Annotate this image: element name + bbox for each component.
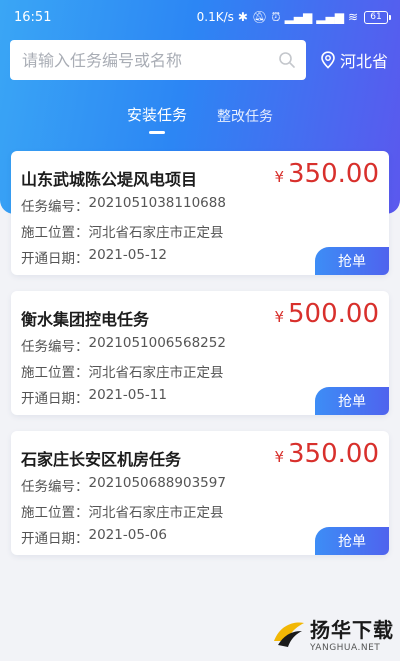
task-site-row: 施工位置： 河北省石家庄市正定县 — [21, 361, 224, 381]
task-site-label: 施工位置： — [21, 225, 89, 241]
tab-rectify-label: 整改任务 — [217, 109, 273, 125]
signal-icon: ▂▄▆ — [284, 10, 313, 24]
currency-symbol: ¥ — [274, 308, 285, 326]
task-price: ¥ 500.00 — [274, 299, 379, 329]
task-number-value: 2021051038110688 — [88, 195, 226, 211]
search-box[interactable] — [10, 40, 306, 80]
battery-icon: 61 — [364, 10, 391, 24]
task-number-row: 任务编号： 2021050688903597 — [21, 475, 226, 495]
signal-icon: ▂▄▆ — [316, 10, 344, 24]
task-date-label: 开通日期： — [21, 531, 89, 547]
task-number-label: 任务编号： — [21, 339, 89, 355]
price-value: 350.00 — [288, 439, 379, 469]
task-site-label: 施工位置： — [21, 505, 89, 521]
status-time: 16:51 — [14, 9, 52, 25]
task-title: 山东武城陈公堤风电项目 — [21, 170, 198, 189]
task-site-row: 施工位置： 河北省石家庄市正定县 — [21, 221, 224, 241]
search-icon[interactable] — [278, 51, 296, 69]
mute-icon: 🔕︎ — [251, 10, 268, 24]
watermark-name: 扬华下载 — [310, 618, 394, 642]
tab-rectify[interactable]: 整改任务 — [217, 104, 273, 138]
watermark-text: 扬华下载 YANGHUA.NET — [310, 614, 394, 653]
task-number-label: 任务编号： — [21, 199, 89, 215]
battery-level: 61 — [370, 12, 382, 22]
task-date-value: 2021-05-06 — [88, 527, 167, 543]
status-bar: 16:51 0.1K/s ✱ 🔕︎ ⏰︎ ▂▄▆ ▂▄▆ ≋ 61 — [0, 0, 400, 34]
tab-install-label: 安装任务 — [126, 106, 187, 124]
location-label: 河北省 — [340, 52, 389, 71]
task-number-label: 任务编号： — [21, 479, 89, 495]
wifi-icon: ≋ — [347, 10, 358, 24]
search-input[interactable] — [22, 50, 278, 70]
task-date-row: 开通日期： 2021-05-06 — [21, 527, 167, 547]
price-value: 350.00 — [288, 159, 379, 189]
task-site-value: 河北省石家庄市正定县 — [88, 505, 224, 521]
task-title: 衡水集团控电任务 — [21, 310, 150, 329]
task-price: ¥ 350.00 — [274, 159, 379, 189]
yanghua-logo-icon — [272, 619, 306, 649]
alarm-icon: ⏰︎ — [271, 10, 281, 24]
task-date-value: 2021-05-12 — [88, 247, 167, 263]
currency-symbol: ¥ — [274, 448, 285, 466]
network-speed: 0.1K/s — [196, 10, 234, 24]
task-price: ¥ 350.00 — [274, 439, 379, 469]
task-title: 石家庄长安区机房任务 — [21, 450, 182, 469]
grab-order-button[interactable]: 抢单 — [315, 527, 389, 555]
task-number-row: 任务编号： 2021051006568252 — [21, 335, 226, 355]
task-date-label: 开通日期： — [21, 391, 89, 407]
currency-symbol: ¥ — [274, 168, 285, 186]
task-tabs: 安装任务 整改任务 — [0, 104, 400, 138]
task-site-value: 河北省石家庄市正定县 — [88, 365, 224, 381]
task-card[interactable]: 石家庄长安区机房任务 ¥ 350.00 任务编号： 20210506889035… — [11, 431, 389, 555]
task-site-label: 施工位置： — [21, 365, 89, 381]
price-value: 500.00 — [288, 299, 379, 329]
task-number-value: 2021050688903597 — [88, 475, 226, 491]
location-pin-icon — [320, 51, 336, 69]
grab-order-button[interactable]: 抢单 — [315, 247, 389, 275]
task-date-label: 开通日期： — [21, 251, 89, 267]
task-date-value: 2021-05-11 — [88, 387, 167, 403]
tab-install[interactable]: 安装任务 — [127, 104, 187, 138]
task-site-row: 施工位置： 河北省石家庄市正定县 — [21, 501, 224, 521]
watermark: 扬华下载 YANGHUA.NET — [272, 614, 394, 653]
task-number-row: 任务编号： 2021051038110688 — [21, 195, 226, 215]
bluetooth-icon: ✱ — [237, 10, 248, 24]
grab-order-button[interactable]: 抢单 — [315, 387, 389, 415]
task-date-row: 开通日期： 2021-05-11 — [21, 387, 167, 407]
task-site-value: 河北省石家庄市正定县 — [88, 225, 224, 241]
location-selector[interactable]: 河北省 — [320, 48, 388, 72]
task-card[interactable]: 山东武城陈公堤风电项目 ¥ 350.00 任务编号： 2021051038110… — [11, 151, 389, 275]
watermark-url: YANGHUA.NET — [310, 643, 381, 653]
task-card[interactable]: 衡水集团控电任务 ¥ 500.00 任务编号： 2021051006568252… — [11, 291, 389, 415]
search-row: 河北省 — [10, 40, 394, 80]
status-icons: 0.1K/s ✱ 🔕︎ ⏰︎ ▂▄▆ ▂▄▆ ≋ 61 — [196, 10, 391, 24]
task-number-value: 2021051006568252 — [88, 335, 226, 351]
task-date-row: 开通日期： 2021-05-12 — [21, 247, 167, 267]
